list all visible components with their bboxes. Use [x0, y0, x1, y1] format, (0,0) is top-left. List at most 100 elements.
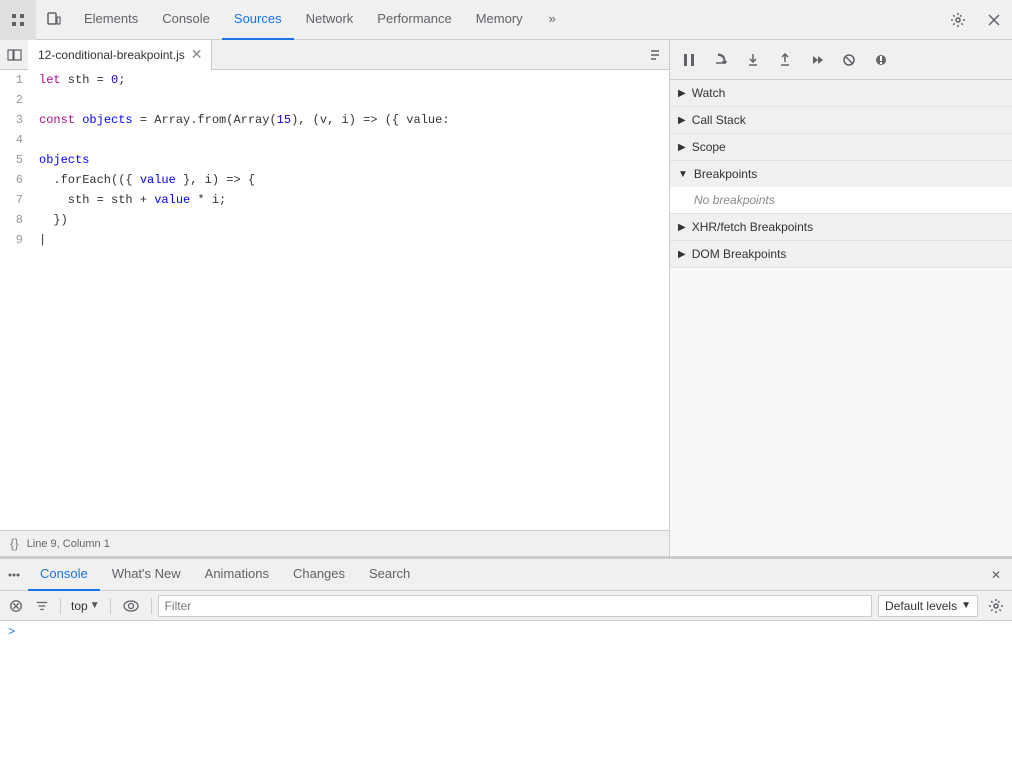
devtools-main: 12-conditional-breakpoint.js ✕ 1let sth … — [0, 40, 1012, 757]
console-tab-search[interactable]: Search — [357, 559, 422, 591]
separator — [60, 598, 61, 614]
nav-tab-network[interactable]: Network — [294, 0, 366, 40]
section-arrow-icon: ▶ — [678, 142, 686, 153]
code-content: sth = sth + value * i; — [35, 190, 669, 210]
section-arrow-icon: ▼ — [678, 169, 688, 180]
code-line: 9| — [0, 230, 669, 250]
show-navigator-button[interactable] — [0, 40, 28, 70]
bracket-icon: {} — [10, 536, 19, 551]
code-content: let sth = 0; — [35, 70, 669, 90]
step-button[interactable] — [802, 45, 832, 75]
console-tab-changes[interactable]: Changes — [281, 559, 357, 591]
settings-button[interactable] — [940, 0, 976, 40]
device-toggle-button[interactable] — [36, 0, 72, 40]
eye-icon-button[interactable] — [117, 594, 145, 618]
context-label: top — [71, 599, 88, 613]
section-label: Watch — [692, 86, 726, 100]
section-label: XHR/fetch Breakpoints — [692, 220, 813, 234]
file-tab-name: 12-conditional-breakpoint.js — [38, 48, 185, 62]
separator2 — [110, 598, 111, 614]
levels-arrow: ▼ — [961, 600, 971, 611]
format-button[interactable] — [641, 40, 669, 70]
code-line: 5objects — [0, 150, 669, 170]
code-content: objects — [35, 150, 669, 170]
console-toolbar: top ▼ Default levels ▼ — [0, 591, 1012, 621]
section-arrow-icon: ▶ — [678, 88, 686, 99]
section-label: DOM Breakpoints — [692, 247, 787, 261]
code-content — [35, 130, 669, 150]
line-number: 6 — [0, 170, 35, 190]
debugger-panel: ▶ Watch ▶ Call Stack ▶ Scope ▼ Breakpoin… — [670, 40, 1012, 556]
line-number: 7 — [0, 190, 35, 210]
code-line: 4 — [0, 130, 669, 150]
cursor-position: Line 9, Column 1 — [27, 538, 110, 550]
debug-section-header[interactable]: ▶ Watch — [670, 80, 1012, 106]
line-number: 5 — [0, 150, 35, 170]
debug-section-header[interactable]: ▶ Call Stack — [670, 107, 1012, 133]
code-content: .forEach(({ value }, i) => { — [35, 170, 669, 190]
line-number: 1 — [0, 70, 35, 90]
debugger-toolbar — [670, 40, 1012, 80]
nav-tab-performance[interactable]: Performance — [365, 0, 463, 40]
context-arrow: ▼ — [90, 600, 100, 611]
console-menu-button[interactable] — [0, 559, 28, 591]
line-number: 4 — [0, 130, 35, 150]
file-tab-close[interactable]: ✕ — [191, 46, 203, 63]
step-into-button[interactable] — [738, 45, 768, 75]
code-line: 6 .forEach(({ value }, i) => { — [0, 170, 669, 190]
section-label: Scope — [692, 140, 726, 154]
code-editor[interactable]: 1let sth = 0;23const objects = Array.fro… — [0, 70, 669, 530]
nav-more-button[interactable]: » — [537, 0, 568, 40]
devtools-nav: Elements Console Sources Network Perform… — [0, 0, 1012, 40]
console-tab-animations[interactable]: Animations — [193, 559, 281, 591]
pause-resume-button[interactable] — [674, 45, 704, 75]
nav-tab-elements[interactable]: Elements — [72, 0, 150, 40]
debug-section-header[interactable]: ▶ Scope — [670, 134, 1012, 160]
debug-section-header[interactable]: ▼ Breakpoints — [670, 161, 1012, 187]
console-area: Console What's New Animations Changes Se… — [0, 557, 1012, 757]
nav-tab-console[interactable]: Console — [150, 0, 222, 40]
line-number: 8 — [0, 210, 35, 230]
pause-on-exceptions-button[interactable] — [866, 45, 896, 75]
nav-tab-sources[interactable]: Sources — [222, 0, 294, 40]
line-number: 9 — [0, 230, 35, 250]
separator3 — [151, 598, 152, 614]
context-selector[interactable]: top ▼ — [71, 599, 100, 613]
inspect-element-button[interactable] — [0, 0, 36, 40]
code-content: }) — [35, 210, 669, 230]
debug-section-header[interactable]: ▶ XHR/fetch Breakpoints — [670, 214, 1012, 240]
clear-console-button[interactable] — [4, 594, 28, 618]
file-tab[interactable]: 12-conditional-breakpoint.js ✕ — [28, 40, 212, 70]
section-label: Breakpoints — [694, 167, 757, 181]
line-number: 2 — [0, 90, 35, 110]
step-out-button[interactable] — [770, 45, 800, 75]
close-console-button[interactable]: ✕ — [980, 559, 1012, 591]
sources-panel: 12-conditional-breakpoint.js ✕ 1let sth … — [0, 40, 670, 556]
code-line: 8 }) — [0, 210, 669, 230]
status-bar: {} Line 9, Column 1 — [0, 530, 669, 556]
levels-select[interactable]: Default levels ▼ — [878, 595, 978, 617]
step-over-button[interactable] — [706, 45, 736, 75]
nav-tab-memory[interactable]: Memory — [464, 0, 535, 40]
section-arrow-icon: ▶ — [678, 115, 686, 126]
section-arrow-icon: ▶ — [678, 222, 686, 233]
debug-section-header[interactable]: ▶ DOM Breakpoints — [670, 241, 1012, 267]
console-tab-console[interactable]: Console — [28, 559, 100, 591]
console-content[interactable]: > — [0, 621, 1012, 757]
console-prompt[interactable]: > — [8, 625, 1004, 639]
debugger-sections: ▶ Watch ▶ Call Stack ▶ Scope ▼ Breakpoin… — [670, 80, 1012, 556]
deactivate-breakpoints-button[interactable] — [834, 45, 864, 75]
console-settings-button[interactable] — [984, 594, 1008, 618]
close-devtools-button[interactable] — [976, 0, 1012, 40]
code-line: 7 sth = sth + value * i; — [0, 190, 669, 210]
editor-area: 12-conditional-breakpoint.js ✕ 1let sth … — [0, 40, 1012, 557]
console-tabs: Console What's New Animations Changes Se… — [0, 559, 1012, 591]
code-line: 3const objects = Array.from(Array(15), (… — [0, 110, 669, 130]
debug-section-dom-breakpoints: ▶ DOM Breakpoints — [670, 241, 1012, 268]
debug-section-scope: ▶ Scope — [670, 134, 1012, 161]
console-tab-whats-new[interactable]: What's New — [100, 559, 193, 591]
filter-input[interactable] — [158, 595, 872, 617]
code-content: const objects = Array.from(Array(15), (v… — [35, 110, 669, 130]
show-filter-button[interactable] — [30, 594, 54, 618]
file-tabs: 12-conditional-breakpoint.js ✕ — [0, 40, 669, 70]
